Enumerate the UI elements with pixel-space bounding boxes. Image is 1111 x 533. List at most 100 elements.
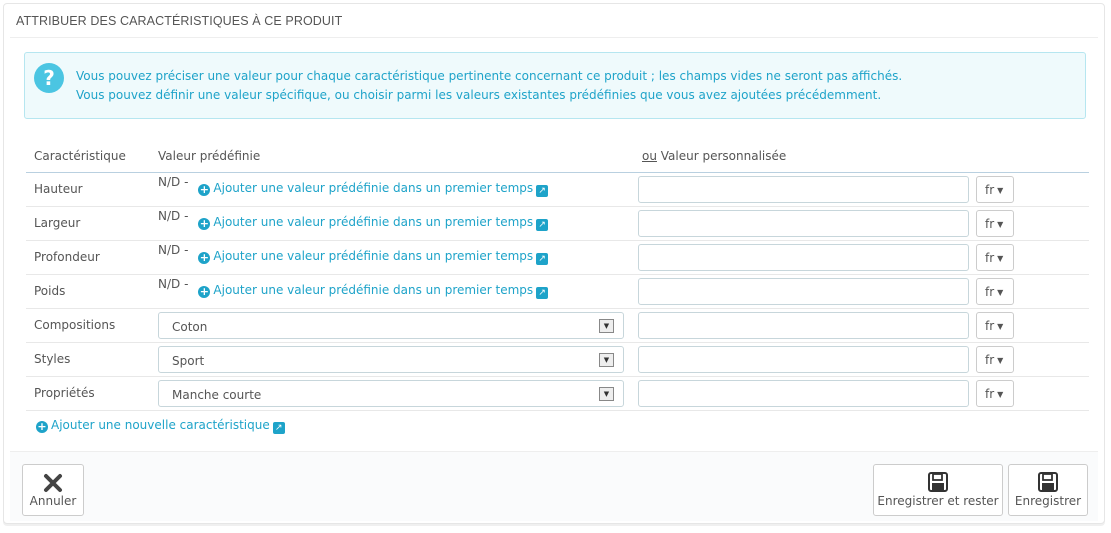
language-dropdown-button[interactable]: fr ▼ (976, 209, 1014, 237)
save-and-stay-button[interactable]: Enregistrer et rester (873, 464, 1003, 516)
predefined-value-cell: Sport ▼ (150, 342, 634, 377)
custom-value-cell (634, 342, 976, 377)
feature-name: Propriétés (26, 376, 150, 411)
table-row: Profondeur N/D - + Ajouter une valeur préd… (26, 240, 1089, 275)
caret-down-icon: ▼ (997, 253, 1004, 263)
language-label: fr (985, 284, 995, 299)
language-dropdown-button[interactable]: fr ▼ (976, 243, 1014, 271)
language-dropdown-button[interactable]: fr ▼ (976, 277, 1014, 305)
not-available-label: N/D - (158, 209, 189, 223)
caret-down-icon: ▼ (997, 355, 1004, 365)
features-table: Caractéristique Valeur prédéfinie ou Val… (26, 140, 1089, 411)
custom-value-input[interactable] (638, 243, 969, 271)
external-link-icon: ↗ (536, 287, 549, 299)
alert-line-2: Vous pouvez définir une valeur spécifiqu… (76, 88, 882, 102)
caret-down-icon: ▼ (997, 185, 1004, 195)
plus-circle-icon: + (198, 217, 211, 230)
custom-value-input[interactable] (638, 277, 969, 305)
predefined-value-select[interactable]: Sport ▼ (158, 345, 624, 373)
feature-name: Largeur (26, 206, 150, 241)
language-label: fr (985, 352, 995, 367)
table-row: Largeur N/D - + Ajouter une valeur prédéfi… (26, 206, 1089, 241)
predefined-value-select[interactable]: Coton ▼ (158, 311, 624, 339)
predefined-value-select[interactable]: Manche courte ▼ (158, 379, 624, 407)
custom-value-cell (634, 274, 976, 309)
predefined-value-selected: Coton (172, 319, 208, 334)
custom-value-cell (634, 206, 976, 241)
language-label: fr (985, 182, 995, 197)
cancel-button[interactable]: Annuler (22, 464, 84, 516)
language-cell: fr ▼ (976, 240, 1089, 275)
info-alert: ? Vous pouvez préciser une valeur pour c… (24, 52, 1086, 119)
header-feature: Caractéristique (26, 140, 150, 173)
language-label: fr (985, 386, 995, 401)
custom-value-input[interactable] (638, 175, 969, 203)
table-row: Compositions Coton ▼ fr ▼ (26, 308, 1089, 343)
custom-value-input[interactable] (638, 345, 969, 373)
external-link-icon: ↗ (272, 422, 285, 434)
feature-name: Hauteur (26, 172, 150, 207)
caret-down-icon: ▼ (997, 219, 1004, 229)
language-cell: fr ▼ (976, 376, 1089, 411)
language-dropdown-button[interactable]: fr ▼ (976, 311, 1014, 339)
dropdown-arrow-icon: ▼ (599, 318, 614, 333)
feature-name: Styles (26, 342, 150, 377)
predefined-value-selected: Sport (172, 353, 205, 368)
add-predefined-value-label: Ajouter une valeur prédéfinie dans un pr… (213, 283, 534, 297)
add-predefined-value-link[interactable]: + Ajouter une valeur prédéfinie dans un p… (198, 181, 549, 197)
header-custom: ou Valeur personnalisée (634, 140, 1089, 173)
panel-title: ATTRIBUER DES CARACTÉRISTIQUES À CE PROD… (10, 4, 1098, 38)
language-label: fr (985, 250, 995, 265)
caret-down-icon: ▼ (997, 389, 1004, 399)
language-cell: fr ▼ (976, 308, 1089, 343)
plus-circle-icon: + (198, 251, 211, 264)
predefined-value-cell: N/D - + Ajouter une valeur prédéfinie dans… (150, 172, 634, 207)
add-predefined-value-link[interactable]: + Ajouter une valeur prédéfinie dans un p… (198, 249, 549, 265)
add-predefined-value-link[interactable]: + Ajouter une valeur prédéfinie dans un p… (198, 215, 549, 231)
custom-value-input[interactable] (638, 209, 969, 237)
language-dropdown-button[interactable]: fr ▼ (976, 379, 1014, 407)
predefined-value-cell: N/D - + Ajouter une valeur prédéfinie dans… (150, 274, 634, 309)
table-header-row: Caractéristique Valeur prédéfinie ou Val… (26, 140, 1089, 173)
custom-value-input[interactable] (638, 379, 969, 407)
language-label: fr (985, 216, 995, 231)
predefined-value-cell: Manche courte ▼ (150, 376, 634, 411)
language-cell: fr ▼ (976, 342, 1089, 377)
add-predefined-value-label: Ajouter une valeur prédéfinie dans un pr… (213, 215, 534, 229)
feature-name: Compositions (26, 308, 150, 343)
custom-value-cell (634, 376, 976, 411)
plus-circle-icon: + (36, 420, 48, 433)
plus-circle-icon: + (198, 183, 211, 196)
table-row: Propriétés Manche courte ▼ fr ▼ (26, 376, 1089, 411)
feature-name: Poids (26, 274, 150, 309)
features-panel: ATTRIBUER DES CARACTÉRISTIQUES À CE PROD… (3, 3, 1105, 524)
header-predefined: Valeur prédéfinie (150, 140, 634, 173)
add-feature-link[interactable]: + Ajouter une nouvelle caractéristique ↗ (36, 418, 285, 434)
add-predefined-value-label: Ajouter une valeur prédéfinie dans un pr… (213, 181, 534, 195)
cancel-label: Annuler (29, 494, 77, 508)
not-available-label: N/D - (158, 277, 189, 291)
not-available-label: N/D - (158, 243, 189, 257)
language-label: fr (985, 318, 995, 333)
add-predefined-value-link[interactable]: + Ajouter une valeur prédéfinie dans un p… (198, 283, 549, 299)
panel-footer: Annuler Enregistrer et rester Enregistre… (10, 451, 1098, 521)
dropdown-arrow-icon: ▼ (599, 352, 614, 367)
close-icon (23, 471, 83, 495)
language-dropdown-button[interactable]: fr ▼ (976, 345, 1014, 373)
save-button[interactable]: Enregistrer (1008, 464, 1088, 516)
save-icon (1009, 471, 1087, 495)
save-icon (874, 471, 1002, 495)
predefined-value-cell: N/D - + Ajouter une valeur prédéfinie dans… (150, 206, 634, 241)
caret-down-icon: ▼ (997, 321, 1004, 331)
language-cell: fr ▼ (976, 172, 1089, 207)
language-cell: fr ▼ (976, 206, 1089, 241)
add-predefined-value-label: Ajouter une valeur prédéfinie dans un pr… (213, 249, 534, 263)
language-dropdown-button[interactable]: fr ▼ (976, 175, 1014, 203)
custom-value-input[interactable] (638, 311, 969, 339)
save-and-stay-label: Enregistrer et rester (877, 494, 999, 508)
table-row: Poids N/D - + Ajouter une valeur prédéfini… (26, 274, 1089, 309)
custom-value-cell (634, 308, 976, 343)
external-link-icon: ↗ (536, 219, 549, 231)
language-cell: fr ▼ (976, 274, 1089, 309)
save-label: Enregistrer (1014, 494, 1082, 508)
